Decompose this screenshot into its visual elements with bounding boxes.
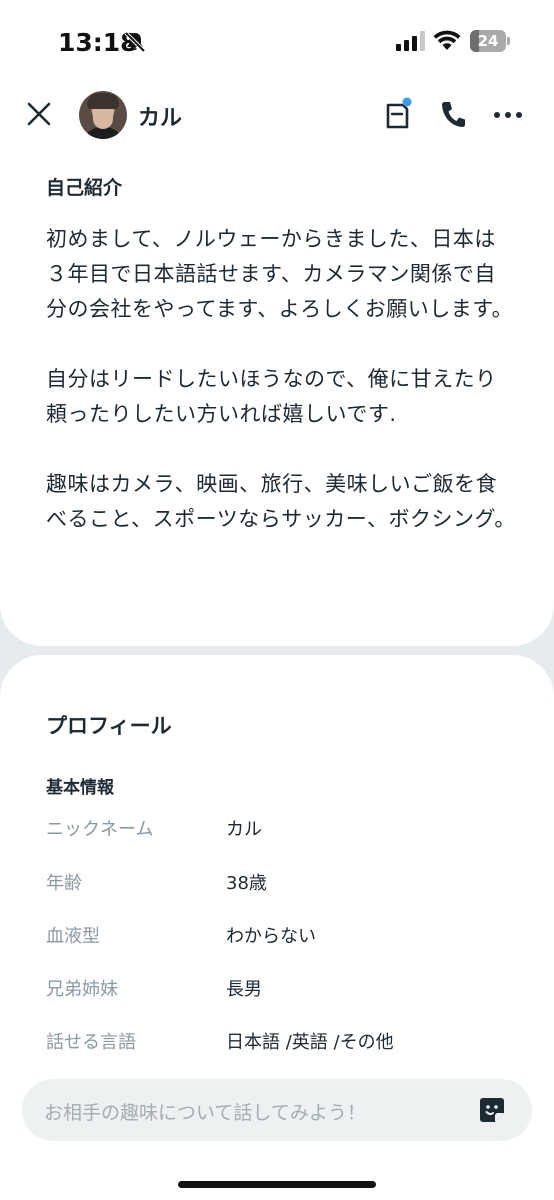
profile-row-siblings: 兄弟姉妹 長男 bbox=[46, 975, 526, 1005]
sticker-icon[interactable] bbox=[478, 1096, 506, 1124]
close-icon[interactable] bbox=[26, 101, 52, 127]
profile-value: わからない bbox=[226, 926, 316, 947]
message-input[interactable]: お相手の趣味について話してみよう！ bbox=[22, 1079, 532, 1141]
memo-icon[interactable] bbox=[383, 97, 413, 131]
wifi-icon bbox=[433, 30, 461, 50]
chat-header: カル bbox=[0, 84, 554, 146]
battery-tip bbox=[507, 37, 510, 45]
profile-row-blood-type: 血液型 わからない bbox=[46, 922, 526, 952]
basic-info-title: 基本情報 bbox=[46, 778, 114, 798]
phone-icon[interactable] bbox=[440, 100, 466, 128]
avatar[interactable] bbox=[79, 91, 127, 139]
profile-label: 年齢 bbox=[46, 873, 82, 894]
more-icon[interactable] bbox=[493, 111, 523, 119]
battery-level: 24 bbox=[477, 32, 499, 50]
profile-label: 兄弟姉妹 bbox=[46, 979, 118, 1000]
intro-card: 自己紹介 初めまして、ノルウェーからきました、日本は３年目で日本語話せます、カメ… bbox=[0, 146, 554, 646]
profile-label: 話せる言語 bbox=[46, 1032, 136, 1053]
profile-value: 38歳 bbox=[226, 873, 267, 894]
profile-label: ニックネーム bbox=[46, 819, 154, 840]
signal-icon bbox=[396, 31, 425, 51]
profile-label: 血液型 bbox=[46, 926, 100, 947]
status-bar: 13:18 24 bbox=[0, 0, 554, 84]
profile-value: カル bbox=[226, 819, 262, 840]
intro-paragraph: 趣味はカメラ、映画、旅行、美味しいご飯を食べること、スポーツならサッカー、ボクシ… bbox=[46, 472, 516, 531]
intro-title: 自己紹介 bbox=[46, 177, 123, 199]
username[interactable]: カル bbox=[138, 100, 182, 132]
intro-paragraph: 自分はリードしたいほうなので、俺に甘えたり頼ったりしたい方いれば嬉しいです. bbox=[46, 367, 497, 426]
profile-value: 長男 bbox=[226, 979, 262, 1000]
profile-value: 日本語 /英語 /その他 bbox=[226, 1032, 394, 1053]
home-indicator[interactable] bbox=[178, 1181, 376, 1188]
bell-off-icon bbox=[124, 31, 146, 53]
avatar-hair-shape bbox=[87, 93, 119, 109]
message-input-placeholder[interactable]: お相手の趣味について話してみよう！ bbox=[44, 1098, 366, 1125]
profile-row-nickname: ニックネーム カル bbox=[46, 815, 526, 845]
profile-title: プロフィール bbox=[46, 714, 172, 738]
intro-paragraph: 初めまして、ノルウェーからきました、日本は３年目で日本語話せます、カメラマン関係… bbox=[46, 227, 514, 321]
intro-body: 初めまして、ノルウェーからきました、日本は３年目で日本語話せます、カメラマン関係… bbox=[46, 222, 516, 572]
profile-row-age: 年齢 38歳 bbox=[46, 869, 526, 899]
profile-row-languages: 話せる言語 日本語 /英語 /その他 bbox=[46, 1028, 526, 1058]
battery-indicator: 24 bbox=[470, 30, 510, 52]
